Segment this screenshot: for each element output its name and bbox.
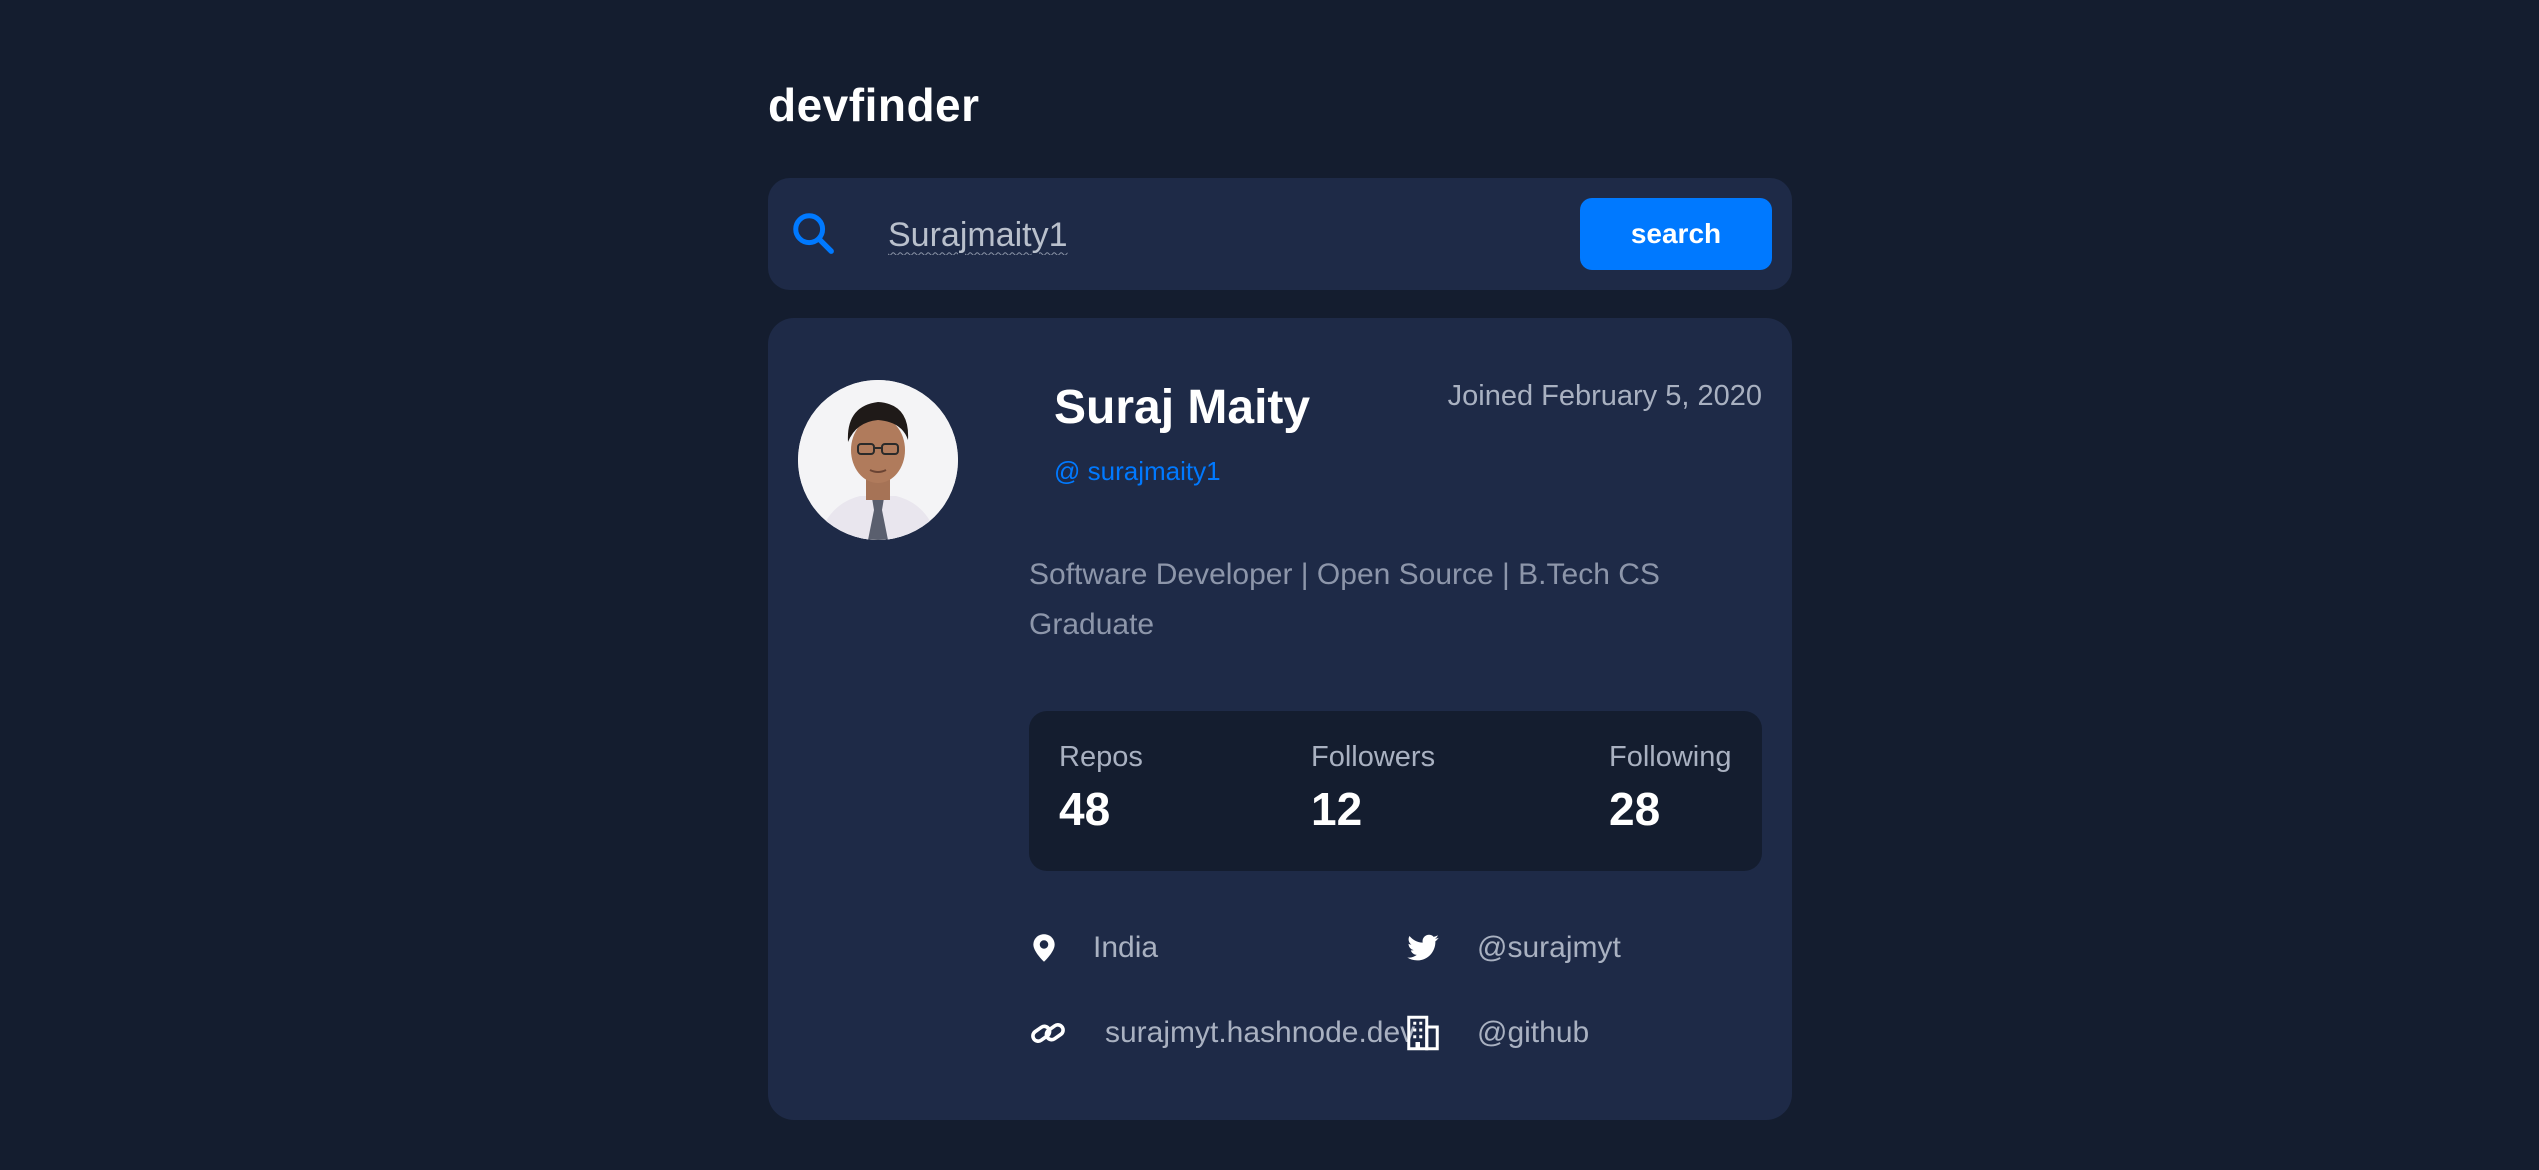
stat-value: 48 — [1059, 783, 1111, 835]
stat-repos: Repos 48 — [1059, 741, 1143, 836]
link-icon — [1031, 1023, 1065, 1043]
search-button[interactable]: search — [1580, 198, 1772, 270]
location-pin-icon — [1033, 934, 1055, 962]
location-item: India — [1029, 930, 1158, 966]
avatar — [798, 380, 958, 540]
stat-label: Following — [1609, 741, 1732, 773]
website-link[interactable]: surajmyt.hashnode.dev — [1105, 1016, 1415, 1050]
profile-handle[interactable]: @ surajmaity1 — [1054, 456, 1221, 487]
search-bar: search — [768, 178, 1792, 290]
joined-date: Joined February 5, 2020 — [1447, 380, 1762, 412]
twitter-text: @surajmyt — [1477, 931, 1621, 964]
search-input[interactable] — [886, 204, 1490, 266]
stats-panel: Repos 48 Followers 12 Following 28 — [1029, 711, 1762, 871]
app-title: devfinder — [768, 79, 980, 131]
profile-bio: Software Developer | Open Source | B.Tec… — [1029, 558, 1660, 641]
website-item[interactable]: surajmyt.hashnode.dev — [1029, 1015, 1415, 1051]
stat-label: Repos — [1059, 741, 1143, 773]
stat-value: 12 — [1311, 783, 1363, 835]
company-item: @github — [1405, 1015, 1589, 1051]
stat-followers: Followers 12 — [1311, 741, 1435, 836]
stat-value: 28 — [1609, 783, 1661, 835]
twitter-item[interactable]: @surajmyt — [1405, 930, 1621, 966]
building-icon — [1407, 1015, 1439, 1051]
company-text: @github — [1477, 1016, 1590, 1049]
profile-name: Suraj Maity — [1054, 381, 1311, 434]
stat-label: Followers — [1311, 741, 1436, 773]
location-text: India — [1093, 931, 1159, 964]
search-icon — [793, 213, 834, 254]
profile-card: Suraj Maity @ surajmaity1 Joined Februar… — [768, 318, 1792, 1120]
stat-following: Following 28 — [1609, 741, 1732, 836]
twitter-icon — [1407, 934, 1439, 961]
